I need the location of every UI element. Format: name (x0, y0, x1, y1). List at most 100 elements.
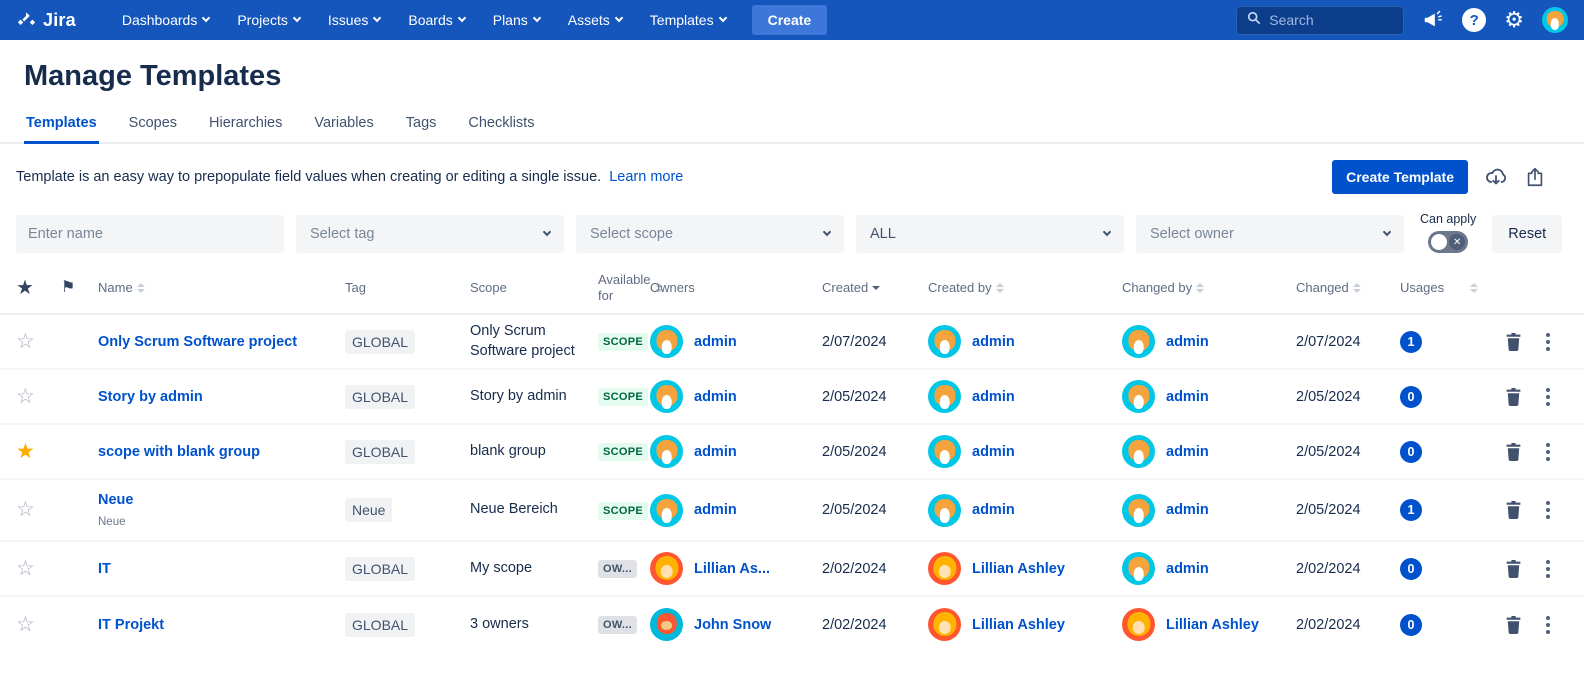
template-name-link[interactable]: Story by admin (98, 389, 335, 405)
sort-name-icon[interactable] (137, 283, 145, 293)
more-actions-icon[interactable] (1544, 614, 1552, 636)
owner-avatar[interactable] (650, 608, 683, 641)
usages-count-badge[interactable]: 1 (1400, 499, 1422, 521)
delete-icon[interactable] (1505, 501, 1522, 519)
changed-by-avatar[interactable] (1122, 435, 1155, 468)
sort-usages-icon[interactable] (1470, 283, 1478, 293)
template-name-link[interactable]: scope with blank group (98, 444, 335, 460)
more-actions-icon[interactable] (1544, 558, 1552, 580)
nav-templates[interactable]: Templates (640, 6, 736, 34)
help-icon[interactable]: ? (1462, 8, 1486, 32)
usages-count-badge[interactable]: 0 (1400, 441, 1422, 463)
created-by-link[interactable]: admin (972, 334, 1015, 350)
owner-link[interactable]: admin (694, 502, 737, 518)
created-by-link[interactable]: Lillian Ashley (972, 561, 1065, 577)
template-name-link[interactable]: IT Projekt (98, 617, 335, 633)
owner-link[interactable]: Lillian As... (694, 561, 770, 577)
sort-created-icon[interactable] (872, 286, 880, 290)
tab-checklists[interactable]: Checklists (466, 107, 536, 144)
jira-logo[interactable]: Jira (16, 10, 76, 31)
nav-plans[interactable]: Plans (483, 6, 550, 34)
favorite-column-star-icon[interactable]: ★ (16, 276, 61, 301)
changed-by-avatar[interactable] (1122, 494, 1155, 527)
tab-scopes[interactable]: Scopes (127, 107, 179, 144)
changed-by-link[interactable]: Lillian Ashley (1166, 617, 1259, 633)
reset-button[interactable]: Reset (1492, 215, 1562, 253)
template-name-link[interactable]: Only Scrum Software project (98, 334, 335, 350)
changed-by-link[interactable]: admin (1166, 502, 1209, 518)
create-button[interactable]: Create (752, 5, 828, 35)
created-by-avatar[interactable] (928, 325, 961, 358)
owner-avatar[interactable] (650, 552, 683, 585)
global-search[interactable] (1236, 6, 1404, 35)
nav-assets[interactable]: Assets (558, 6, 632, 34)
type-filter-select[interactable]: ALL (856, 215, 1124, 253)
favorite-star-icon[interactable] (16, 557, 35, 580)
template-name-link[interactable]: Neue (98, 492, 335, 508)
delete-icon[interactable] (1505, 616, 1522, 634)
created-by-link[interactable]: admin (972, 444, 1015, 460)
owner-avatar[interactable] (650, 325, 683, 358)
sort-changed-icon[interactable] (1353, 283, 1361, 293)
created-by-avatar[interactable] (928, 494, 961, 527)
nav-issues[interactable]: Issues (318, 6, 390, 34)
sort-created-by-icon[interactable] (996, 283, 1004, 293)
created-by-avatar[interactable] (928, 552, 961, 585)
changed-by-link[interactable]: admin (1166, 561, 1209, 577)
more-actions-icon[interactable] (1544, 441, 1552, 463)
usages-count-badge[interactable]: 0 (1400, 558, 1422, 580)
changed-by-avatar[interactable] (1122, 325, 1155, 358)
tab-tags[interactable]: Tags (404, 107, 439, 144)
favorite-star-icon[interactable] (16, 613, 35, 636)
created-by-link[interactable]: admin (972, 389, 1015, 405)
nav-boards[interactable]: Boards (398, 6, 474, 34)
nav-dashboards[interactable]: Dashboards (112, 6, 220, 34)
owner-avatar[interactable] (650, 435, 683, 468)
owner-link[interactable]: admin (694, 334, 737, 350)
favorite-star-icon[interactable] (16, 385, 35, 408)
delete-icon[interactable] (1505, 388, 1522, 406)
tab-templates[interactable]: Templates (24, 107, 99, 144)
owner-avatar[interactable] (650, 494, 683, 527)
template-name-link[interactable]: IT (98, 561, 335, 577)
changed-by-avatar[interactable] (1122, 552, 1155, 585)
more-actions-icon[interactable] (1544, 499, 1552, 521)
usages-count-badge[interactable]: 1 (1400, 331, 1422, 353)
favorite-star-icon[interactable] (16, 498, 35, 521)
favorite-star-icon[interactable] (16, 440, 35, 463)
created-by-link[interactable]: admin (972, 502, 1015, 518)
owner-link[interactable]: admin (694, 389, 737, 405)
owner-filter-select[interactable]: Select owner (1136, 215, 1404, 253)
delete-icon[interactable] (1505, 443, 1522, 461)
created-by-avatar[interactable] (928, 380, 961, 413)
search-input[interactable] (1269, 12, 1393, 28)
learn-more-link[interactable]: Learn more (609, 169, 683, 185)
owner-link[interactable]: admin (694, 444, 737, 460)
created-by-link[interactable]: Lillian Ashley (972, 617, 1065, 633)
create-template-button[interactable]: Create Template (1332, 160, 1468, 194)
more-actions-icon[interactable] (1544, 386, 1552, 408)
favorite-star-icon[interactable] (16, 330, 35, 353)
owner-link[interactable]: John Snow (694, 617, 771, 633)
tab-variables[interactable]: Variables (312, 107, 375, 144)
usages-count-badge[interactable]: 0 (1400, 614, 1422, 636)
sort-changed-by-icon[interactable] (1196, 283, 1204, 293)
announcements-icon[interactable] (1422, 9, 1444, 31)
flag-column-icon[interactable]: ⚑ (61, 278, 98, 298)
created-by-avatar[interactable] (928, 435, 961, 468)
delete-icon[interactable] (1505, 560, 1522, 578)
tab-hierarchies[interactable]: Hierarchies (207, 107, 284, 144)
import-cloud-icon[interactable] (1484, 165, 1508, 189)
changed-by-avatar[interactable] (1122, 380, 1155, 413)
profile-avatar[interactable] (1542, 7, 1568, 33)
usages-count-badge[interactable]: 0 (1400, 386, 1422, 408)
created-by-avatar[interactable] (928, 608, 961, 641)
tag-filter-select[interactable]: Select tag (296, 215, 564, 253)
changed-by-link[interactable]: admin (1166, 389, 1209, 405)
delete-icon[interactable] (1505, 333, 1522, 351)
export-icon[interactable] (1524, 166, 1546, 188)
scope-filter-select[interactable]: Select scope (576, 215, 844, 253)
changed-by-avatar[interactable] (1122, 608, 1155, 641)
owner-avatar[interactable] (650, 380, 683, 413)
settings-gear-icon[interactable]: ⚙ (1504, 9, 1524, 31)
